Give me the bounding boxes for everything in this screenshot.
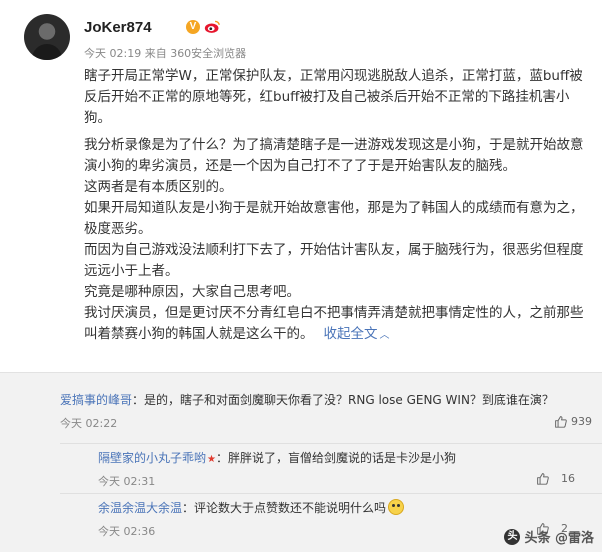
like-count: 16	[561, 472, 575, 485]
comment-time: 今天 02:36	[98, 525, 156, 538]
avatar[interactable]	[24, 14, 70, 60]
thumbs-up-icon	[537, 473, 549, 485]
comment-author[interactable]: 爱搞事的峰哥	[60, 393, 132, 407]
comment-content: 爱搞事的峰哥：是的，瞎子和对面剑魔聊天你看了没？RNG lose GENG WI…	[60, 391, 554, 408]
smiley-emoji-icon	[388, 499, 405, 515]
collapse-full-text-link[interactable]: 收起全文 ︿	[324, 326, 390, 342]
like-button[interactable]: 939	[554, 415, 592, 428]
comment-time: 今天 02:31	[98, 475, 156, 488]
comment-time: 今天 02:22	[60, 417, 118, 430]
like-button[interactable]: 16	[536, 472, 575, 485]
weibo-icon	[204, 20, 220, 33]
thumbs-up-icon	[555, 416, 567, 428]
post-body: 瞎子开局正常学W，正常保护队友，正常用闪现逃脱敌人追杀，正常打蓝，蓝buff被反…	[84, 66, 584, 346]
comment-content: 隔壁家的小丸子乖哟★：胖胖说了，盲僧给剑魔说的话是卡沙是小狗	[98, 449, 456, 466]
post-paragraph-last: 我讨厌演员，但是更讨厌不分青红皂白不把事情弄清楚就把事情定性的人，之前那些叫着禁…	[84, 303, 584, 346]
post-meta: 今天 02:19 来自 360安全浏览器	[84, 47, 247, 60]
post-paragraph: 瞎子开局正常学W，正常保护队友，正常用闪现逃脱敌人追杀，正常打蓝，蓝buff被反…	[84, 68, 583, 126]
post-paragraph: 如果开局知道队友是小狗于是就开始故意害他，那是为了韩国人的成绩而有意为之，极度恶…	[84, 200, 584, 237]
comment-text: ：评论数大于点赞数还不能说明什么吗	[182, 501, 387, 515]
collapse-label: 收起全文	[323, 326, 378, 342]
comment-author[interactable]: 隔壁家的小丸子乖哟	[98, 451, 206, 465]
watermark: 头 头条 @雷洛	[504, 527, 594, 546]
verified-badge-icon: V	[186, 20, 200, 34]
comment-item: 爱搞事的峰哥：是的，瞎子和对面剑魔聊天你看了没？RNG lose GENG WI…	[0, 373, 602, 443]
weibo-post: JoKer874 V 今天 02:19 来自 360安全浏览器 瞎子开局正常学W…	[0, 0, 602, 372]
post-paragraph: 而因为自己游戏没法顺利打下去了，开始估计害队友，属于脑残行为，很恶劣但程度远远小…	[84, 242, 584, 279]
toutiao-logo-icon: 头	[504, 528, 521, 545]
post-paragraph: 究竟是哪种原因，大家自己思考吧。	[84, 284, 300, 300]
comment-item: 隔壁家的小丸子乖哟★：胖胖说了，盲僧给剑魔说的话是卡沙是小狗 今天 02:31 …	[0, 443, 602, 493]
comment-content: 余温余温大余温：评论数大于点赞数还不能说明什么吗	[98, 499, 405, 516]
comment-text: ：胖胖说了，盲僧给剑魔说的话是卡沙是小狗	[215, 451, 456, 465]
comment-list: 爱搞事的峰哥：是的，瞎子和对面剑魔聊天你看了没？RNG lose GENG WI…	[0, 372, 602, 552]
chevron-up-icon: ︿	[379, 330, 390, 341]
post-paragraph: 这两者是有本质区别的。	[84, 179, 233, 195]
post-paragraph: 我分析录像是为了什么？为了搞清楚瞎子是一进游戏发现这是小狗，于是就开始故意演小狗…	[84, 137, 584, 174]
like-count: 939	[571, 415, 592, 428]
comment-author[interactable]: 余温余温大余温	[98, 501, 182, 515]
post-username[interactable]: JoKer874	[84, 19, 152, 36]
watermark-text: 头条 @雷洛	[524, 531, 594, 546]
comment-text: ：是的，瞎子和对面剑魔聊天你看了没？RNG lose GENG WIN？到底谁在…	[132, 393, 554, 407]
flag-icon: ★	[207, 454, 216, 465]
